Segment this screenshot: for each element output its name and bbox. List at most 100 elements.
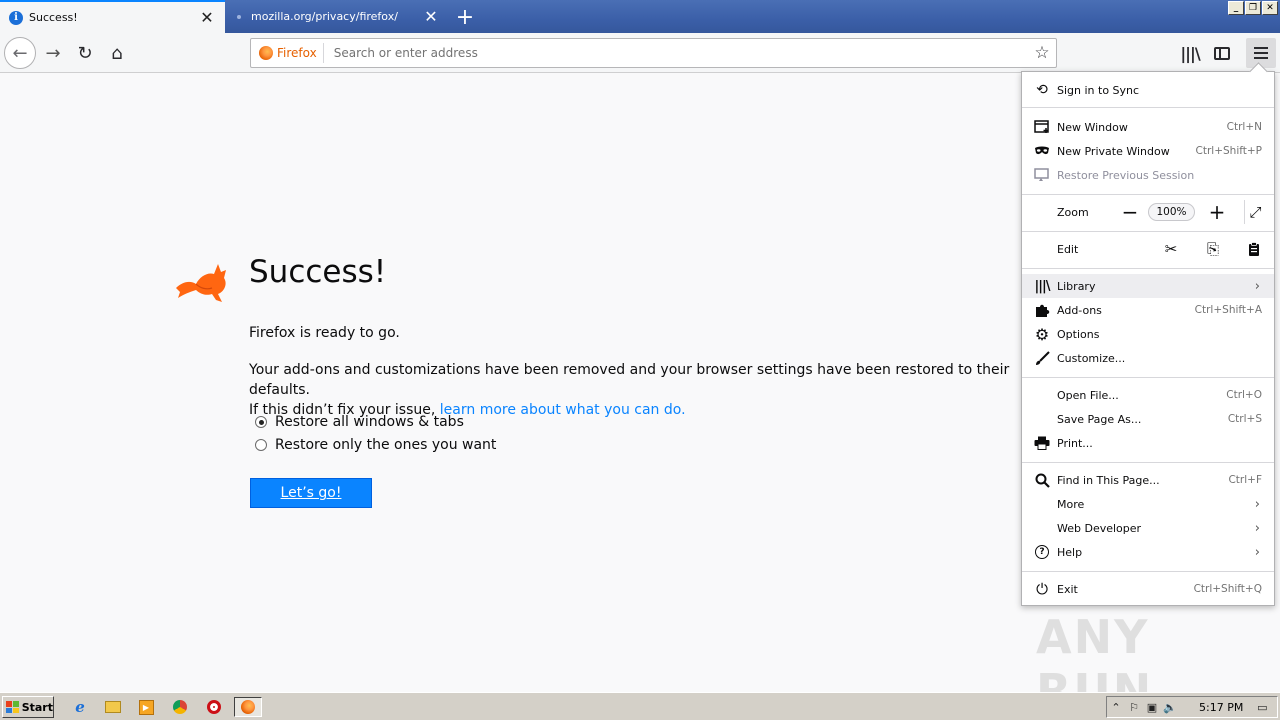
minimize-button[interactable]: _ — [1228, 1, 1244, 15]
restore-all-label: Restore all windows & tabs — [275, 414, 464, 430]
sidebar-button[interactable] — [1207, 38, 1237, 68]
fullscreen-button[interactable]: ⤢ — [1244, 200, 1266, 224]
restore-some-radio[interactable] — [255, 439, 267, 451]
menu-label: Find in This Page... — [1057, 473, 1160, 487]
tab-title: Success! — [29, 11, 78, 24]
forward-button[interactable]: → — [38, 38, 68, 68]
restore-all-radio[interactable] — [255, 416, 267, 428]
puzzle-icon — [1033, 301, 1051, 319]
menu-separator — [1022, 231, 1274, 232]
zoom-out-button[interactable]: − — [1117, 200, 1143, 224]
menu-label: Exit — [1057, 582, 1078, 596]
page-title: Success! — [249, 254, 387, 290]
menu-shortcut: Ctrl+Shift+A — [1194, 304, 1262, 316]
navigation-toolbar: ← → ↻ ⌂ Firefox ☆ |||\ — [0, 33, 1280, 73]
menu-options[interactable]: ⚙ Options — [1022, 322, 1274, 346]
opera-glyph — [207, 700, 221, 714]
tab-mozilla-privacy[interactable]: mozilla.org/privacy/firefox/ ✕ — [225, 0, 449, 33]
chevron-right-icon: › — [1254, 520, 1260, 536]
chevron-right-icon: › — [1254, 496, 1260, 512]
flag-icon[interactable]: ⚐ — [1125, 699, 1143, 715]
restore-button[interactable]: ❐ — [1245, 1, 1261, 15]
fox-illustration-icon — [176, 264, 226, 302]
menu-separator — [1022, 194, 1274, 195]
chevron-right-icon: › — [1254, 278, 1260, 294]
chevron-right-icon: › — [1254, 544, 1260, 560]
reset-description-line: Your add-ons and customizations have bee… — [249, 362, 1010, 398]
restore-all-option[interactable]: Restore all windows & tabs — [255, 414, 464, 430]
menu-new-private-window[interactable]: New Private Window Ctrl+Shift+P — [1022, 139, 1274, 163]
menu-more[interactable]: More › — [1022, 492, 1274, 516]
folder-icon[interactable] — [102, 697, 124, 717]
paste-button[interactable] — [1242, 237, 1266, 261]
zoom-reset-button[interactable]: 100% — [1148, 203, 1195, 221]
menu-add-ons[interactable]: Add-ons Ctrl+Shift+A — [1022, 298, 1274, 322]
menu-new-window[interactable]: New Window Ctrl+N — [1022, 115, 1274, 139]
menu-shortcut: Ctrl+O — [1226, 389, 1262, 401]
chrome-icon[interactable] — [169, 697, 191, 717]
close-tab-icon[interactable]: ✕ — [419, 5, 443, 29]
reload-button[interactable]: ↻ — [70, 38, 100, 68]
menu-open-file[interactable]: Open File... Ctrl+O — [1022, 383, 1274, 407]
menu-sign-in-to-sync[interactable]: ⟲ Sign in to Sync — [1022, 78, 1274, 102]
menu-label: Add-ons — [1057, 303, 1102, 317]
lets-go-button[interactable]: Let’s go! — [250, 478, 372, 508]
zoom-in-button[interactable]: + — [1204, 200, 1230, 224]
menu-find-in-page[interactable]: Find in This Page... Ctrl+F — [1022, 468, 1274, 492]
close-tab-icon[interactable]: ✕ — [195, 6, 219, 30]
clock: 5:17 PM — [1199, 700, 1244, 714]
copy-button[interactable]: ⎘ — [1201, 237, 1225, 261]
menu-separator — [1022, 462, 1274, 463]
ie-glyph: e — [75, 698, 85, 716]
firefox-icon[interactable] — [234, 697, 262, 717]
menu-separator — [1022, 377, 1274, 378]
menu-zoom-row: Zoom − 100% + ⤢ — [1022, 200, 1274, 224]
gear-icon: ⚙ — [1034, 324, 1050, 344]
menu-restore-previous-session[interactable]: Restore Previous Session — [1022, 163, 1274, 187]
menu-label: Sign in to Sync — [1057, 83, 1140, 97]
menu-label: Help — [1057, 545, 1083, 559]
restore-some-option[interactable]: Restore only the ones you want — [255, 437, 496, 453]
home-button[interactable]: ⌂ — [102, 38, 132, 68]
address-input[interactable] — [323, 40, 1028, 66]
learn-more-link[interactable]: learn more about what you can do. — [440, 402, 686, 418]
menu-label: Customize... — [1057, 351, 1126, 365]
menu-exit[interactable]: ⏻ Exit Ctrl+Shift+Q — [1022, 577, 1274, 601]
tab-strip: i Success! ✕ mozilla.org/privacy/firefox… — [0, 0, 1280, 33]
tab-success[interactable]: i Success! ✕ — [0, 0, 225, 33]
tray-expand-icon[interactable]: ⌃ — [1107, 699, 1125, 715]
close-window-button[interactable]: ✕ — [1262, 1, 1278, 15]
menu-separator — [1022, 107, 1274, 108]
menu-customize[interactable]: Customize... — [1022, 346, 1274, 370]
taskbar: Start e ▶ ⌃ ⚐ ▣ 🔈 5:17 PM ▭ — [0, 692, 1280, 720]
power-icon: ⏻ — [1036, 580, 1048, 598]
window-controls: _ ❐ ✕ — [1228, 1, 1278, 15]
start-label: Start — [21, 700, 53, 714]
tab-title: mozilla.org/privacy/firefox/ — [251, 10, 398, 23]
bookmark-star-icon[interactable]: ☆ — [1028, 39, 1056, 67]
url-bar[interactable]: Firefox ☆ — [250, 38, 1057, 68]
opera-icon[interactable] — [203, 697, 225, 717]
ie-icon[interactable]: e — [69, 697, 91, 717]
new-tab-button[interactable]: + — [452, 4, 478, 30]
restore-some-label: Restore only the ones you want — [275, 437, 497, 453]
menu-print[interactable]: Print... — [1022, 431, 1274, 455]
library-icon: |||\ — [1034, 278, 1051, 294]
identity-label: Firefox — [277, 46, 317, 60]
start-button[interactable]: Start — [2, 696, 54, 718]
show-desktop-icon[interactable]: ▭ — [1253, 699, 1271, 715]
cut-button[interactable]: ✂ — [1159, 237, 1183, 261]
back-button[interactable]: ← — [4, 37, 36, 69]
menu-shortcut: Ctrl+Shift+P — [1195, 145, 1262, 157]
open-menu-button[interactable] — [1246, 38, 1276, 68]
menu-save-page-as[interactable]: Save Page As... Ctrl+S — [1022, 407, 1274, 431]
media-player-icon[interactable]: ▶ — [135, 697, 157, 717]
menu-help[interactable]: ? Help › — [1022, 540, 1274, 564]
volume-icon[interactable]: 🔈 — [1161, 699, 1179, 715]
network-icon[interactable]: ▣ — [1143, 699, 1161, 715]
menu-shortcut: Ctrl+S — [1227, 413, 1262, 425]
menu-library[interactable]: |||\ Library › — [1022, 274, 1274, 298]
library-button[interactable]: |||\ — [1175, 38, 1205, 68]
identity-box[interactable]: Firefox — [251, 43, 324, 63]
menu-web-developer[interactable]: Web Developer › — [1022, 516, 1274, 540]
